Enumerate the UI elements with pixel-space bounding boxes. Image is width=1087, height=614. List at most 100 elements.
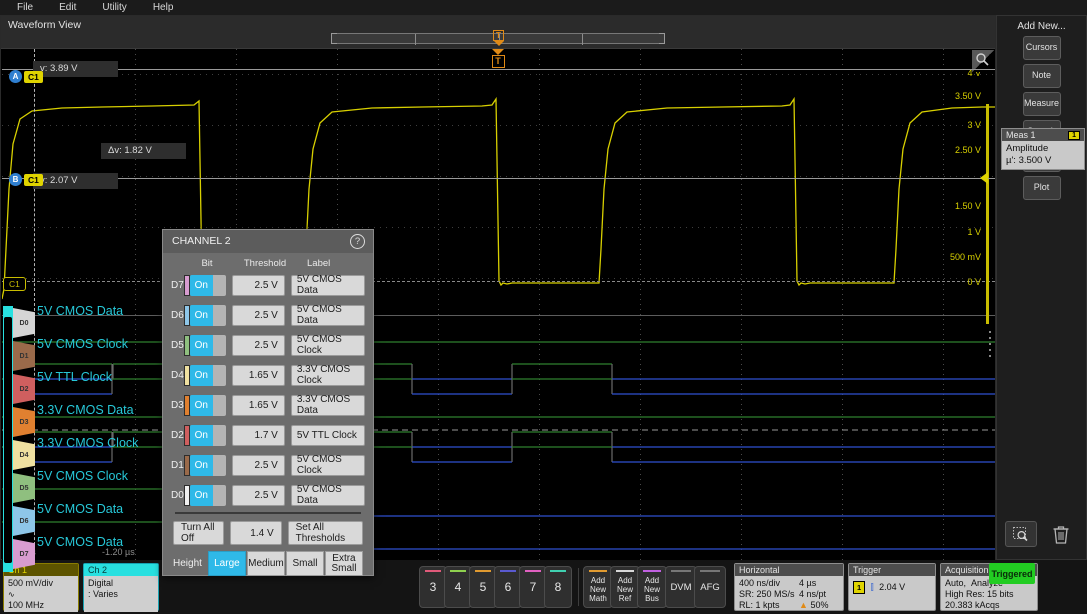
digital-badge-d4[interactable]: D4 [13,440,35,470]
cursor-a-line[interactable] [2,69,995,70]
height-option-large[interactable]: Large [208,551,246,576]
column-header-threshold: Threshold [233,258,297,269]
all-threshold-field[interactable]: 1.4 V [230,521,281,545]
channel-2-dialog[interactable]: CHANNEL 2 ? Bit Threshold Label D7 On 2.… [162,229,374,576]
channel-2-badge[interactable]: Ch 2 Digital : Varies [83,563,159,611]
channel-1-badge[interactable]: Ch 1 500 mV/div ∿ 100 MHz [3,563,79,611]
bit-toggle-d3[interactable]: On [190,395,226,416]
label-field-d1[interactable]: 5V CMOS Clock [291,455,365,476]
graticule[interactable]: 4 V 3.50 V 3 V 2.50 V 1.50 V 1 V 500 mV … [2,49,995,560]
label-field-d7[interactable]: 5V CMOS Data [291,275,365,296]
digital-badge-d2[interactable]: D2 [13,374,35,404]
threshold-field-d4[interactable]: 1.65 V [232,365,285,386]
threshold-field-d0[interactable]: 2.5 V [232,485,285,506]
height-option-medium[interactable]: Medium [247,551,285,576]
menu-item-file[interactable]: File [8,0,42,15]
digital-badge-d5[interactable]: D5 [13,473,35,503]
magnifier-icon [975,52,990,67]
menu-item-help[interactable]: Help [144,0,183,15]
digital-label-d5[interactable]: 5V CMOS Clock [37,469,128,483]
label-field-d5[interactable]: 5V CMOS Clock [291,335,365,356]
digital-badge-d7[interactable]: D7 [13,539,35,569]
add-new-math-button[interactable]: Add New Math [583,566,613,608]
threshold-field-d5[interactable]: 2.5 V [232,335,285,356]
afg-button[interactable]: AFG [694,566,726,608]
add-cursors-button[interactable]: Cursors [1023,36,1061,60]
channel-2-badge-body: Digital : Varies [84,576,158,612]
label-field-d6[interactable]: 5V CMOS Data [291,305,365,326]
trigger-settings-box[interactable]: Trigger 1 ⫿ 2.04 V [848,563,936,611]
cursor-b-line[interactable] [2,178,995,179]
channel-3-button[interactable]: 3 [419,566,447,608]
bit-row-d1: D1 On 2.5 V 5V CMOS Clock [171,452,365,478]
digital-label-d2[interactable]: 5V TTL Clock [37,370,112,384]
channel-8-button[interactable]: 8 [544,566,572,608]
delete-button[interactable] [1046,521,1076,547]
threshold-field-d1[interactable]: 2.5 V [232,455,285,476]
help-icon[interactable]: ? [350,234,365,249]
trigger-marker-grid[interactable]: T [490,49,506,69]
cursor-b-badge[interactable]: B C1 [9,173,43,186]
digital-badge-label: D7 [20,551,29,558]
channel-5-button[interactable]: 5 [469,566,497,608]
measurement-value: µ': 3.500 V [1006,155,1080,167]
threshold-field-d3[interactable]: 1.65 V [232,395,285,416]
dialog-title-bar[interactable]: CHANNEL 2 ? [163,230,373,253]
bit-name: D3 [171,400,184,411]
dvm-button[interactable]: DVM [665,566,697,608]
digital-label-d6[interactable]: 5V CMOS Data [37,502,123,516]
threshold-field-d2[interactable]: 1.7 V [232,425,285,446]
turn-all-off-button[interactable]: Turn All Off [173,521,224,545]
digital-badge-d3[interactable]: D3 [13,407,35,437]
digital-badge-d6[interactable]: D6 [13,506,35,536]
bit-toggle-d2[interactable]: On [190,425,226,446]
channel-4-button[interactable]: 4 [444,566,472,608]
bit-toggle-d1[interactable]: On [190,455,226,476]
measurement-badge[interactable]: Meas 1 1 Amplitude µ': 3.500 V [1001,128,1085,170]
channel-2-digital-rail[interactable] [1,306,13,574]
threshold-field-d7[interactable]: 2.5 V [232,275,285,296]
add-measure-button[interactable]: Measure [1023,92,1061,116]
add-plot-button[interactable]: Plot [1023,176,1061,200]
channel-1-level-marker[interactable] [980,172,988,184]
height-option-small[interactable]: Small [286,551,324,576]
pan-handle-right[interactable] [659,33,665,44]
trigger-marker-overview[interactable]: T [492,30,505,47]
add-new-ref-button[interactable]: Add New Ref [610,566,640,608]
horizontal-settings-box[interactable]: Horizontal 400 ns/div4 µs SR: 250 MS/s4 … [734,563,844,611]
digital-label-d1[interactable]: 5V CMOS Clock [37,337,128,351]
bit-toggle-d7[interactable]: On [190,275,226,296]
cursor-a-badge[interactable]: A C1 [9,70,43,83]
menu-item-utility[interactable]: Utility [93,0,135,15]
channel-7-button[interactable]: 7 [519,566,547,608]
digital-badge-d1[interactable]: D1 [13,341,35,371]
pan-handle-left[interactable] [331,33,337,44]
label-field-d4[interactable]: 3.3V CMOS Clock [291,365,365,386]
add-new-bus-button[interactable]: Add New Bus [637,566,667,608]
menu-item-edit[interactable]: Edit [50,0,85,15]
label-field-d3[interactable]: 3.3V CMOS Data [291,395,365,416]
channel-1-handle[interactable]: C1 [3,277,26,291]
add-note-button[interactable]: Note [1023,64,1061,88]
digital-badge-d0[interactable]: D0 [13,308,35,338]
trigger-position-icon: ▲ [799,600,808,611]
toggle-state: On [190,305,213,326]
bit-toggle-d5[interactable]: On [190,335,226,356]
zoom-area-button[interactable] [1005,521,1037,547]
bit-toggle-d4[interactable]: On [190,365,226,386]
toggle-state: On [190,275,213,296]
digital-label-d7[interactable]: 5V CMOS Data [37,535,123,549]
bit-toggle-d6[interactable]: On [190,305,226,326]
height-option-extra-small[interactable]: Extra Small [325,551,363,576]
set-all-thresholds-button[interactable]: Set All Thresholds [288,521,363,545]
bit-name: D6 [171,310,184,321]
channel-6-button[interactable]: 6 [494,566,522,608]
threshold-field-d6[interactable]: 2.5 V [232,305,285,326]
digital-label-d4[interactable]: 3.3V CMOS Clock [37,436,138,450]
label-field-d0[interactable]: 5V CMOS Data [291,485,365,506]
bit-toggle-d0[interactable]: On [190,485,226,506]
trigger-marker-label: T [493,30,504,41]
digital-label-d3[interactable]: 3.3V CMOS Data [37,403,134,417]
label-field-d2[interactable]: 5V TTL Clock [291,425,365,446]
digital-label-d0[interactable]: 5V CMOS Data [37,304,123,318]
